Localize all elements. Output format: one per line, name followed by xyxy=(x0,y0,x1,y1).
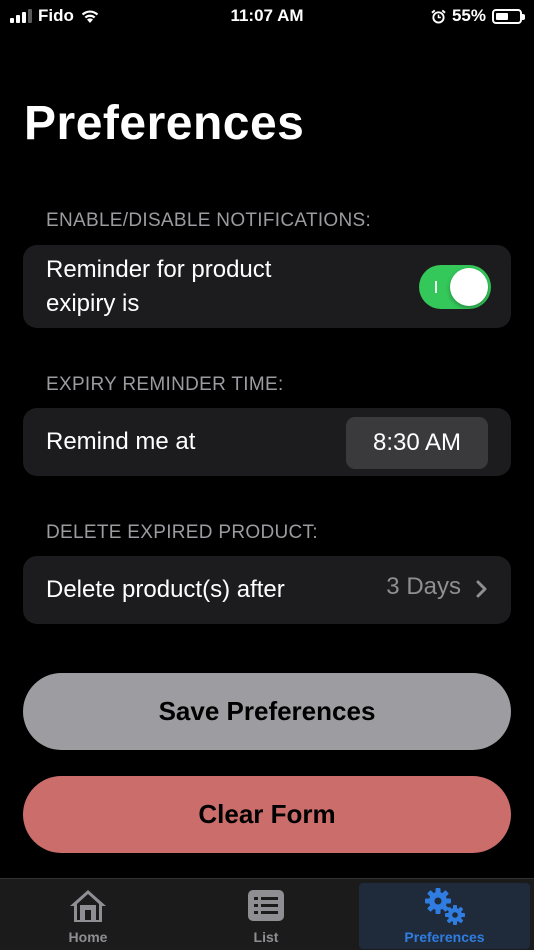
tab-list[interactable]: List xyxy=(186,883,346,949)
delete-expired-section-header: DELETE EXPIRED PRODUCT: xyxy=(46,522,318,543)
clear-form-button[interactable]: Clear Form xyxy=(23,776,511,853)
battery-fill xyxy=(496,12,508,20)
notification-label-line1: Reminder for product xyxy=(46,256,272,283)
notification-label: Reminder for product exipiry is xyxy=(46,253,271,321)
gears-icon xyxy=(424,888,465,925)
delete-after-row[interactable]: Delete product(s) after 3 Days xyxy=(23,556,511,624)
page-title: Preferences xyxy=(24,97,305,150)
notification-toggle[interactable] xyxy=(419,265,491,309)
home-icon xyxy=(70,890,106,922)
reminder-time-picker[interactable]: 8:30 AM xyxy=(346,417,488,469)
tab-preferences-label: Preferences xyxy=(404,929,485,945)
notifications-section-header: ENABLE/DISABLE NOTIFICATIONS: xyxy=(46,210,372,231)
tab-bar: Home List Preferences xyxy=(0,878,534,950)
toggle-on-mark xyxy=(435,281,437,293)
alarm-icon xyxy=(431,9,446,24)
status-bar: Fido 11:07 AM 55% xyxy=(0,0,534,34)
delete-after-label: Delete product(s) after xyxy=(46,576,285,603)
notification-label-line2: exipiry is xyxy=(46,290,140,317)
tab-list-label: List xyxy=(253,929,279,945)
battery-percent: 55% xyxy=(451,6,486,25)
reminder-time-row: Remind me at 8:30 AM xyxy=(23,408,511,476)
list-icon xyxy=(248,890,284,921)
reminder-time-section-header: EXPIRY REMINDER TIME: xyxy=(46,374,284,395)
delete-after-value: 3 Days xyxy=(386,573,461,600)
reminder-time-label: Remind me at xyxy=(46,428,196,455)
toggle-knob xyxy=(450,268,488,306)
preferences-screen: Fido 11:07 AM 55% Preferences ENABLE/DIS… xyxy=(0,0,534,950)
tab-home-label: Home xyxy=(68,929,108,945)
notification-toggle-row: Reminder for product exipiry is xyxy=(23,245,511,328)
save-preferences-button[interactable]: Save Preferences xyxy=(23,673,511,750)
tab-preferences[interactable]: Preferences xyxy=(359,883,530,949)
battery-icon xyxy=(492,8,525,24)
chevron-right-icon xyxy=(476,580,487,598)
tab-home[interactable]: Home xyxy=(8,883,168,949)
status-right: 55% xyxy=(431,6,525,26)
